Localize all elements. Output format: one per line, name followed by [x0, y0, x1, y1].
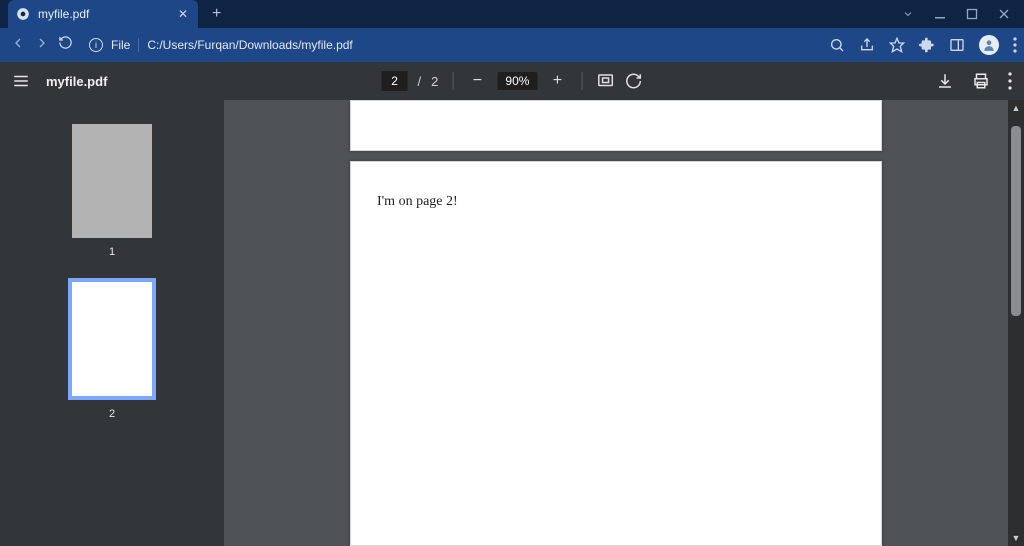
vertical-scrollbar[interactable]: ▲ ▼: [1008, 100, 1024, 546]
reload-icon[interactable]: [58, 35, 73, 55]
toolbar-separator: [581, 72, 582, 90]
download-icon[interactable]: [936, 72, 954, 90]
rotate-icon[interactable]: [624, 72, 642, 90]
print-icon[interactable]: [972, 72, 990, 90]
address-protocol: File: [111, 38, 139, 52]
thumbnail-page-2[interactable]: [68, 278, 156, 400]
window-close-icon[interactable]: [998, 8, 1010, 20]
zoom-in-button[interactable]: +: [547, 72, 567, 90]
site-info-icon[interactable]: i: [89, 38, 103, 52]
tab-title: myfile.pdf: [38, 7, 168, 21]
extensions-icon[interactable]: [919, 37, 935, 53]
pdf-page-2: I'm on page 2!: [350, 161, 882, 546]
nav-back-icon[interactable]: [10, 35, 26, 56]
address-bar[interactable]: i File C:/Users/Furqan/Downloads/myfile.…: [81, 33, 821, 57]
page-area[interactable]: I'm on page 2!: [224, 100, 1008, 546]
pdf-favicon-icon: [16, 7, 30, 21]
pdf-page-1-bottom: [350, 100, 882, 151]
bookmark-star-icon[interactable]: [889, 37, 905, 53]
zoom-level[interactable]: 90%: [497, 72, 537, 90]
pdf-menu-icon[interactable]: [12, 72, 30, 90]
browser-menu-icon[interactable]: [1013, 37, 1017, 53]
zoom-out-button[interactable]: −: [467, 72, 487, 90]
scrollbar-thumb[interactable]: [1011, 126, 1021, 316]
search-tabs-icon[interactable]: [902, 8, 914, 20]
scroll-up-icon[interactable]: ▲: [1008, 100, 1024, 116]
close-tab-icon[interactable]: ✕: [176, 7, 190, 21]
browser-tab-active[interactable]: myfile.pdf ✕: [8, 0, 198, 28]
address-url: C:/Users/Furqan/Downloads/myfile.pdf: [147, 38, 352, 52]
pdf-filename: myfile.pdf: [46, 74, 107, 89]
page-number-input[interactable]: [382, 71, 408, 91]
thumbnail-panel: 1 2: [0, 100, 224, 546]
thumbnail-label: 1: [109, 246, 115, 258]
toolbar-separator: [452, 72, 453, 90]
thumbnail-label: 2: [109, 408, 115, 420]
profile-avatar-icon[interactable]: [979, 35, 999, 55]
window-maximize-icon[interactable]: [966, 8, 978, 20]
share-icon[interactable]: [859, 37, 875, 53]
zoom-icon[interactable]: [829, 37, 845, 53]
page-text: I'm on page 2!: [377, 194, 458, 209]
scrollbar-track[interactable]: [1008, 116, 1024, 530]
scroll-down-icon[interactable]: ▼: [1008, 530, 1024, 546]
side-panel-icon[interactable]: [949, 37, 965, 53]
window-minimize-icon[interactable]: [934, 8, 946, 20]
pdf-more-icon[interactable]: [1008, 72, 1012, 90]
nav-forward-icon[interactable]: [34, 35, 50, 56]
page-total: 2: [431, 74, 438, 89]
page-separator: /: [418, 74, 422, 89]
thumbnail-page-1[interactable]: [72, 124, 152, 238]
new-tab-button[interactable]: +: [206, 5, 227, 23]
fit-page-icon[interactable]: [596, 72, 614, 90]
